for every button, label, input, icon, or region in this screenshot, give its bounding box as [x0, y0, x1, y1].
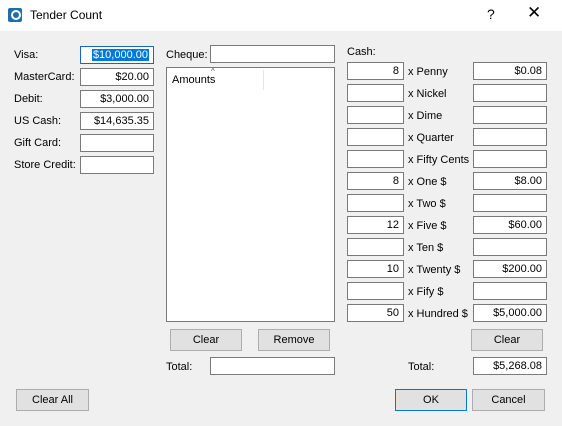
close-icon[interactable]: ✕	[527, 3, 541, 23]
ten-dollar-qty-field[interactable]	[347, 238, 404, 256]
gift-card-field[interactable]	[80, 134, 154, 152]
penny-qty-field[interactable]: 8	[347, 62, 404, 80]
one-dollar-amount-field: $8.00	[473, 172, 547, 190]
title-bar: Tender Count ? ✕	[0, 0, 562, 31]
clear-all-button[interactable]: Clear All	[16, 389, 89, 411]
fifty-dollar-amount-field	[473, 282, 547, 300]
ok-button[interactable]: OK	[395, 389, 467, 411]
ten-dollar-label: x Ten $	[408, 242, 444, 254]
hundred-dollar-amount-field: $5,000.00	[473, 304, 547, 322]
quarter-amount-field	[473, 128, 547, 146]
dime-label: x Dime	[408, 110, 443, 122]
dime-amount-field	[473, 106, 547, 124]
cheque-amounts-list[interactable]: Amounts ^	[166, 67, 335, 322]
cheque-label: Cheque:	[166, 49, 208, 61]
nickel-qty-field[interactable]	[347, 84, 404, 102]
ten-dollar-amount-field	[473, 238, 547, 256]
cash-total-label: Total:	[408, 361, 435, 373]
debit-field[interactable]: $3,000.00	[80, 90, 154, 108]
store-credit-label: Store Credit:	[14, 159, 76, 171]
cheque-clear-button[interactable]: Clear	[170, 329, 242, 351]
one-dollar-qty-field[interactable]: 8	[347, 172, 404, 190]
cheque-total-field	[210, 357, 335, 375]
cheque-input[interactable]	[210, 45, 335, 63]
one-dollar-label: x One $	[408, 176, 447, 188]
window-title: Tender Count	[30, 8, 103, 22]
us-cash-field[interactable]: $14,635.35	[80, 112, 154, 130]
dime-qty-field[interactable]	[347, 106, 404, 124]
quarter-qty-field[interactable]	[347, 128, 404, 146]
cash-label: Cash:	[347, 46, 376, 58]
nickel-label: x Nickel	[408, 88, 447, 100]
help-button[interactable]: ?	[487, 6, 495, 22]
quarter-label: x Quarter	[408, 132, 454, 144]
two-dollar-label: x Two $	[408, 198, 446, 210]
fifty-cents-amount-field	[473, 150, 547, 168]
fifty-dollar-label: x Fify $	[408, 286, 444, 298]
debit-label: Debit:	[14, 93, 43, 105]
twenty-dollar-qty-field[interactable]: 10	[347, 260, 404, 278]
nickel-amount-field	[473, 84, 547, 102]
fifty-cents-qty-field[interactable]	[347, 150, 404, 168]
gift-card-label: Gift Card:	[14, 137, 62, 149]
penny-amount-field: $0.08	[473, 62, 547, 80]
store-credit-field[interactable]	[80, 156, 154, 174]
two-dollar-amount-field	[473, 194, 547, 212]
five-dollar-label: x Five $	[408, 220, 447, 232]
visa-field[interactable]: $10,000.00	[80, 46, 154, 64]
fifty-dollar-qty-field[interactable]	[347, 282, 404, 300]
cash-total-field: $5,268.08	[473, 357, 547, 375]
fifty-cents-label: x Fifty Cents	[408, 154, 470, 166]
amounts-column-header[interactable]: Amounts	[172, 74, 215, 86]
app-icon	[8, 8, 22, 22]
five-dollar-qty-field[interactable]: 12	[347, 216, 404, 234]
hundred-dollar-qty-field[interactable]: 50	[347, 304, 404, 322]
twenty-dollar-amount-field: $200.00	[473, 260, 547, 278]
hundred-dollar-label: x Hundred $	[408, 308, 468, 320]
visa-value: $10,000.00	[91, 49, 149, 61]
two-dollar-qty-field[interactable]	[347, 194, 404, 212]
mastercard-label: MasterCard:	[14, 71, 75, 83]
cheque-total-label: Total:	[166, 361, 193, 373]
penny-label: x Penny	[408, 66, 448, 78]
cancel-button[interactable]: Cancel	[472, 389, 545, 411]
five-dollar-amount-field: $60.00	[473, 216, 547, 234]
cash-clear-button[interactable]: Clear	[471, 329, 543, 351]
us-cash-label: US Cash:	[14, 115, 62, 127]
mastercard-field[interactable]: $20.00	[80, 68, 154, 86]
visa-label: Visa:	[14, 49, 39, 61]
sort-chevron-icon: ^	[211, 67, 215, 76]
twenty-dollar-label: x Twenty $	[408, 264, 461, 276]
column-divider[interactable]	[263, 70, 264, 90]
cheque-remove-button[interactable]: Remove	[258, 329, 330, 351]
